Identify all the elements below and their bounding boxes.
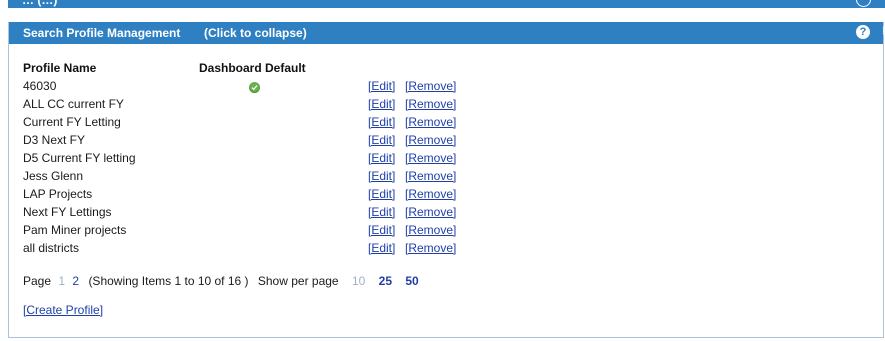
profile-row: all districts [Edit] [Remove] xyxy=(23,241,523,257)
previous-panel-help-icon[interactable] xyxy=(856,0,871,7)
page-2-link[interactable]: 2 xyxy=(72,274,79,288)
column-header-profile-name: Profile Name xyxy=(23,61,97,75)
profile-name: ALL CC current FY xyxy=(23,97,124,111)
search-profile-panel: Search Profile Management (Click to coll… xyxy=(8,22,885,338)
edit-link[interactable]: [Edit] xyxy=(368,151,395,165)
profile-name: Next FY Lettings xyxy=(23,205,112,219)
column-header-dashboard-default: Dashboard Default xyxy=(199,61,306,75)
dashboard-default-check-icon xyxy=(249,82,260,93)
edit-link[interactable]: [Edit] xyxy=(368,133,395,147)
profile-name: 46030 xyxy=(23,79,57,93)
per-page-25-link[interactable]: 25 xyxy=(379,274,392,288)
profile-row: D3 Next FY [Edit] [Remove] xyxy=(23,133,523,149)
profile-name: Current FY Letting xyxy=(23,115,121,129)
panel-title: Search Profile Management xyxy=(23,26,181,40)
profile-name: Pam Miner projects xyxy=(23,223,127,237)
edit-link[interactable]: [Edit] xyxy=(368,169,395,183)
profile-row: Current FY Letting [Edit] [Remove] xyxy=(23,115,523,131)
page-label: Page xyxy=(23,274,52,288)
help-icon[interactable]: ? xyxy=(856,25,870,39)
page-1-current: 1 xyxy=(58,274,66,288)
create-profile-link[interactable]: [Create Profile] xyxy=(23,303,103,317)
profile-row: Pam Miner projects [Edit] [Remove] xyxy=(23,223,523,239)
edit-link[interactable]: [Edit] xyxy=(368,223,395,237)
collapse-toggle[interactable]: (Click to collapse) xyxy=(204,26,307,40)
edit-link[interactable]: [Edit] xyxy=(368,205,395,219)
previous-panel-title: … (…) xyxy=(22,0,58,7)
remove-link[interactable]: [Remove] xyxy=(405,79,456,93)
profile-name: all districts xyxy=(23,241,80,255)
remove-link[interactable]: [Remove] xyxy=(405,169,456,183)
edit-link[interactable]: [Edit] xyxy=(368,187,395,201)
profile-row: Jess Glenn [Edit] [Remove] xyxy=(23,169,523,185)
profile-row: Next FY Lettings [Edit] [Remove] xyxy=(23,205,523,221)
edit-link[interactable]: [Edit] xyxy=(368,79,395,93)
per-page-50-link[interactable]: 50 xyxy=(405,274,418,288)
profile-row: D5 Current FY letting [Edit] [Remove] xyxy=(23,151,523,167)
showing-items-text: (Showing Items 1 to 10 of 16 ) xyxy=(88,274,249,288)
remove-link[interactable]: [Remove] xyxy=(405,223,456,237)
remove-link[interactable]: [Remove] xyxy=(405,241,456,255)
remove-link[interactable]: [Remove] xyxy=(405,115,456,129)
profile-name: LAP Projects xyxy=(23,187,93,201)
pager: Page 1 2 (Showing Items 1 to 10 of 16 ) … xyxy=(23,274,423,288)
profile-name: Jess Glenn xyxy=(23,169,84,183)
profile-name: D5 Current FY letting xyxy=(23,151,136,165)
remove-link[interactable]: [Remove] xyxy=(405,97,456,111)
per-page-10-current: 10 xyxy=(351,274,366,288)
remove-link[interactable]: [Remove] xyxy=(405,205,456,219)
profile-name: D3 Next FY xyxy=(23,133,86,147)
profile-row: ALL CC current FY [Edit] [Remove] xyxy=(23,97,523,113)
edit-link[interactable]: [Edit] xyxy=(368,97,395,111)
profile-row: LAP Projects [Edit] [Remove] xyxy=(23,187,523,203)
previous-panel-header[interactable]: … (…) xyxy=(8,0,885,8)
remove-link[interactable]: [Remove] xyxy=(405,133,456,147)
panel-header[interactable]: Search Profile Management (Click to coll… xyxy=(9,22,885,44)
remove-link[interactable]: [Remove] xyxy=(405,187,456,201)
profile-row: 46030 [Edit] [Remove] xyxy=(23,79,523,95)
remove-link[interactable]: [Remove] xyxy=(405,151,456,165)
edit-link[interactable]: [Edit] xyxy=(368,115,395,129)
per-page-label: Show per page xyxy=(257,274,339,288)
edit-link[interactable]: [Edit] xyxy=(368,241,395,255)
